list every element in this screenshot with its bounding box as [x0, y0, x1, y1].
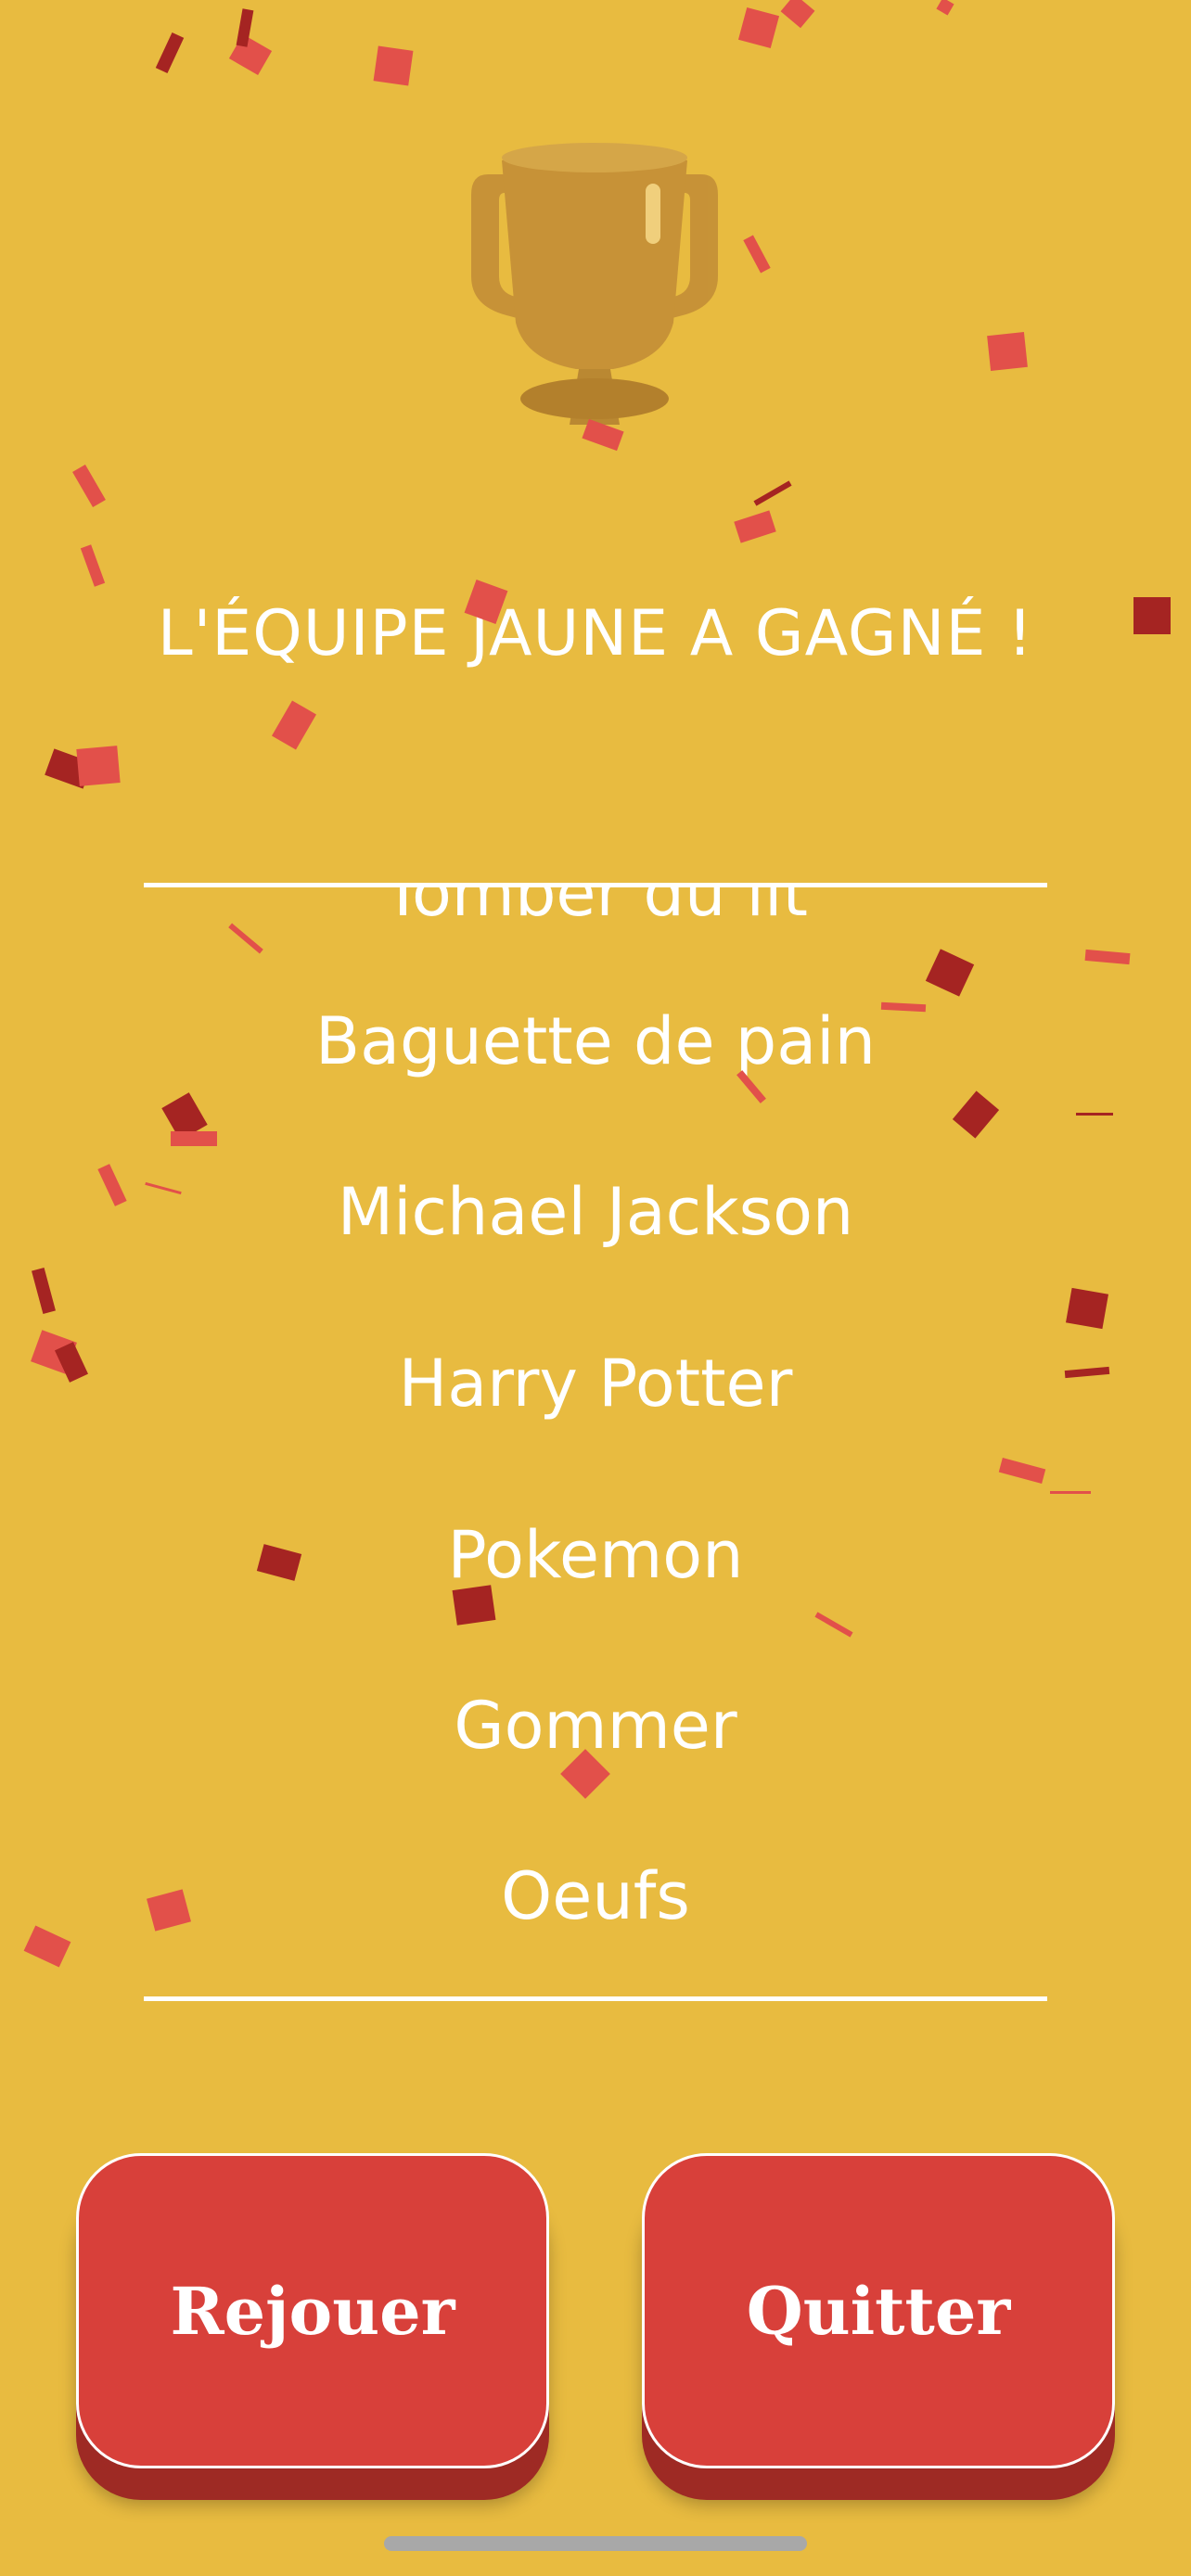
confetti-piece: [1084, 949, 1131, 965]
list-item: Harry Potter: [398, 1345, 793, 1422]
confetti-piece: [1064, 1366, 1110, 1379]
trophy-icon: [451, 137, 738, 425]
confetti-piece: [31, 1330, 77, 1374]
confetti-piece: [236, 8, 254, 47]
confetti-piece: [1076, 1113, 1113, 1116]
list-item: Oeufs: [501, 1858, 690, 1934]
home-indicator[interactable]: [384, 2536, 807, 2551]
confetti-piece: [45, 748, 93, 789]
winner-title: L'ÉQUIPE JAUNE A GAGNÉ !: [157, 597, 1034, 670]
confetti-piece: [987, 332, 1028, 371]
confetti-piece: [272, 700, 316, 750]
confetti-piece: [780, 0, 815, 29]
list-item: Pokemon: [447, 1517, 744, 1593]
list-bottom-divider: [144, 1996, 1047, 2001]
confetti-piece: [72, 464, 106, 508]
confetti-piece: [228, 34, 273, 75]
confetti-piece: [32, 1268, 56, 1314]
confetti-piece: [743, 235, 771, 274]
confetti-piece: [76, 746, 121, 786]
confetti-piece: [737, 6, 780, 49]
confetti-piece: [734, 510, 776, 543]
quit-button[interactable]: Quitter: [642, 2153, 1115, 2468]
confetti-piece: [55, 1342, 88, 1383]
confetti-piece: [373, 45, 414, 86]
confetti-piece: [1066, 1287, 1108, 1330]
confetti-piece: [936, 0, 954, 16]
list-item: Tomber du lit: [383, 886, 808, 931]
replay-button[interactable]: Rejouer: [76, 2153, 549, 2468]
confetti-piece: [97, 1164, 127, 1206]
confetti-piece: [23, 1925, 71, 1968]
confetti-piece: [753, 480, 792, 506]
list-item: Michael Jackson: [337, 1174, 854, 1250]
confetti-piece: [80, 544, 106, 587]
word-list: Tomber du lit Baguette de pain Michael J…: [144, 886, 1047, 1996]
confetti-piece: [1050, 1491, 1091, 1494]
confetti-piece: [155, 32, 185, 73]
list-item: Baguette de pain: [315, 1003, 876, 1079]
list-item: Gommer: [454, 1688, 737, 1764]
